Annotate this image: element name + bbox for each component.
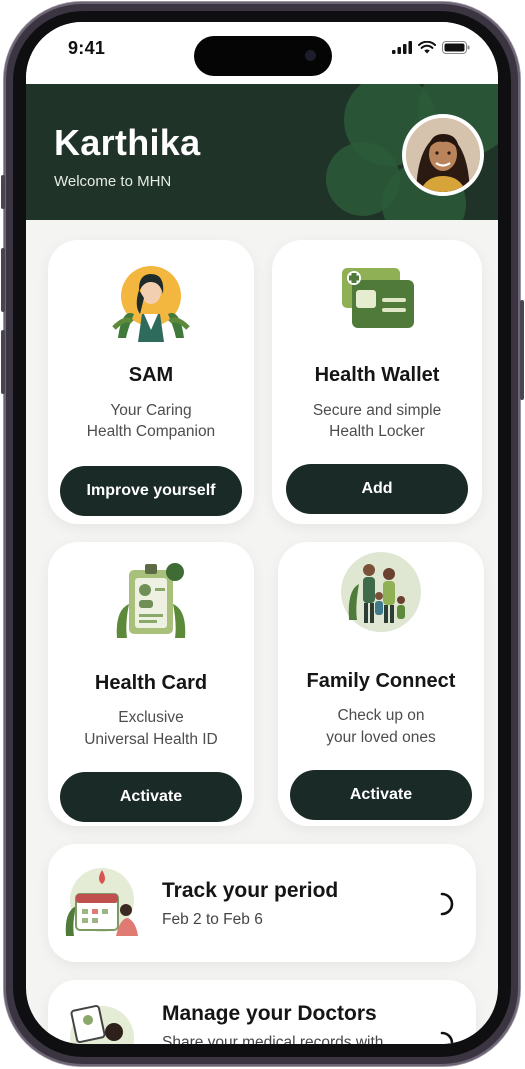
card-subtitle: Health Companion [86, 423, 216, 440]
app-screen: 9:41 Karthika Welcome to MHN SAM Your Ca… [26, 22, 498, 1044]
action-button [1, 175, 5, 209]
profile-header: Karthika Welcome to MHN [26, 84, 498, 220]
dynamic-island [194, 36, 332, 76]
wifi-icon [418, 41, 436, 54]
health-card-card[interactable]: Health Card Exclusive Universal Health I… [48, 542, 254, 826]
user-name: Karthika [54, 122, 201, 163]
user-photo-icon [406, 118, 480, 192]
card-title: Health Wallet [314, 364, 440, 386]
card-title: Family Connect [306, 670, 456, 692]
card-subtitle: Secure and simple [312, 402, 442, 419]
camera-icon [305, 50, 316, 61]
add-button[interactable]: Add [286, 464, 468, 514]
status-icons [392, 41, 470, 54]
power-button [520, 300, 524, 400]
volume-up-button [1, 248, 5, 312]
activate-family-connect-button[interactable]: Activate [290, 770, 472, 820]
family-connect-card[interactable]: Family Connect Check up on your loved on… [278, 542, 484, 826]
loading-spinner-icon [440, 1031, 454, 1044]
manage-doctors-title: Manage your Doctors [162, 1002, 377, 1025]
manage-doctors-card[interactable]: Manage your Doctors Share your medical r… [48, 980, 476, 1044]
id-card-illustration-icon [116, 563, 186, 638]
manage-doctors-subtitle: Share your medical records with [162, 1034, 384, 1044]
card-subtitle: Your Caring [110, 402, 192, 419]
calendar-illustration-icon [65, 868, 138, 936]
card-subtitle: Health Locker [329, 423, 425, 440]
improve-yourself-button[interactable]: Improve yourself [60, 466, 242, 516]
track-period-card[interactable]: Track your period Feb 2 to Feb 6 [48, 844, 476, 962]
card-title: SAM [128, 364, 174, 386]
wallet-illustration-icon [342, 268, 414, 328]
card-subtitle: Exclusive [118, 709, 184, 726]
avatar[interactable] [402, 114, 484, 196]
welcome-text: Welcome to MHN [54, 173, 172, 190]
card-title: Health Card [94, 672, 208, 694]
card-subtitle: Check up on [337, 707, 425, 724]
loading-spinner-icon [440, 892, 454, 916]
card-subtitle: your loved ones [326, 729, 436, 746]
track-period-dates: Feb 2 to Feb 6 [162, 911, 263, 928]
signal-icon [392, 41, 412, 54]
sam-assistant-illustration-icon [112, 266, 190, 342]
status-time: 9:41 [68, 38, 106, 58]
track-period-title: Track your period [162, 879, 339, 902]
volume-down-button [1, 330, 5, 394]
status-bar: 9:41 [26, 22, 498, 84]
activate-health-card-button[interactable]: Activate [60, 772, 242, 822]
health-wallet-card[interactable]: Health Wallet Secure and simple Health L… [272, 240, 482, 524]
card-subtitle: Universal Health ID [84, 731, 218, 748]
family-illustration-icon [341, 552, 421, 632]
doctor-illustration-icon [70, 1004, 134, 1044]
battery-icon [442, 41, 470, 54]
sam-card[interactable]: SAM Your Caring Health Companion Improve… [48, 240, 254, 524]
